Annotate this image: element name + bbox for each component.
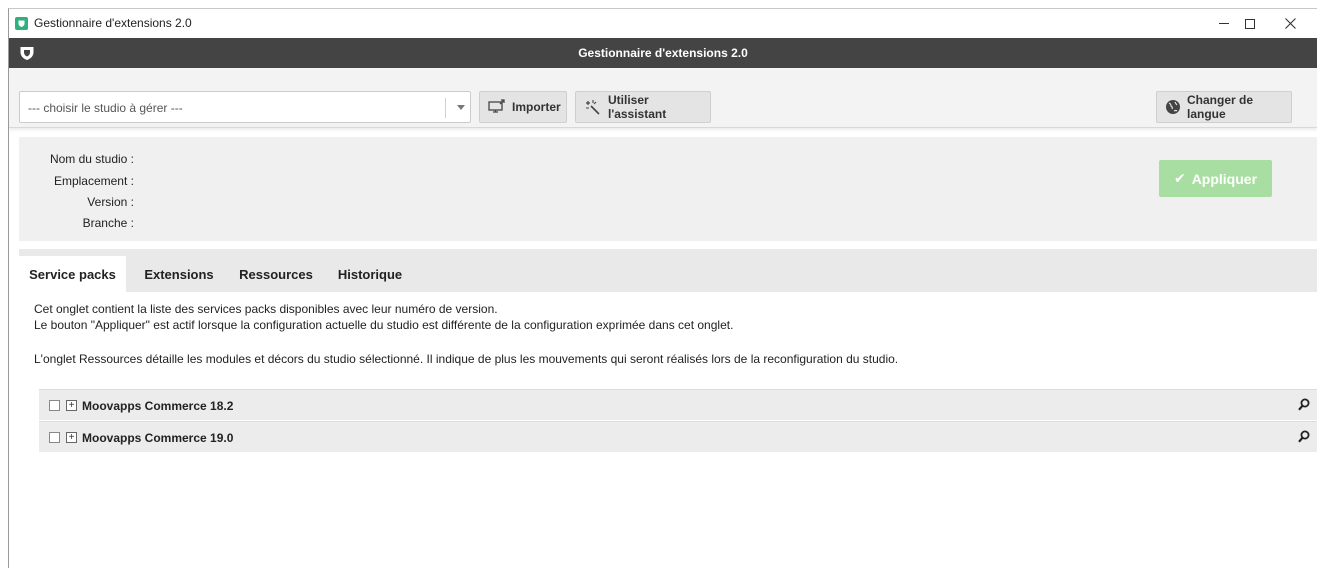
service-pack-name: Moovapps Commerce 19.0 (82, 431, 234, 445)
wizard-button[interactable]: Utiliser l'assistant (575, 91, 711, 123)
service-pack-checkbox[interactable] (49, 432, 60, 443)
os-titlebar: Gestionnaire d'extensions 2.0 (9, 9, 1317, 38)
tab-service-packs[interactable]: Service packs (19, 256, 126, 292)
tabs-bar: Service packs Extensions Ressources Hist… (19, 249, 1317, 292)
maximize-icon (1245, 18, 1255, 29)
chevron-down-icon[interactable] (457, 105, 465, 110)
window-title: Gestionnaire d'extensions 2.0 (34, 16, 192, 30)
studio-name-label: Nom du studio : (49, 152, 134, 166)
studio-version-label: Version : (87, 195, 134, 209)
tab-extensions[interactable]: Extensions (131, 256, 227, 292)
checkmark-icon: ✔ (1173, 170, 1186, 186)
search-icon[interactable] (1298, 430, 1310, 443)
app-header: Gestionnaire d'extensions 2.0 (9, 38, 1317, 68)
wizard-label: Utiliser l'assistant (608, 93, 667, 121)
apply-button[interactable]: ✔ Appliquer (1159, 160, 1272, 197)
tab-ressources[interactable]: Ressources (227, 256, 325, 292)
apply-label: Appliquer (1191, 170, 1258, 187)
service-pack-row[interactable]: + Moovapps Commerce 19.0 (39, 421, 1317, 452)
app-window: Gestionnaire d'extensions 2.0 Gestionnai… (8, 8, 1317, 568)
language-label: Changer de langue (1187, 93, 1254, 121)
import-label: Importer (512, 100, 561, 114)
service-pack-row[interactable]: + Moovapps Commerce 18.2 (39, 389, 1317, 420)
import-button[interactable]: Importer (479, 91, 567, 123)
studio-location-label: Emplacement : (53, 174, 134, 188)
service-pack-checkbox[interactable] (49, 400, 60, 411)
studio-select[interactable]: --- choisir le studio à gérer --- (19, 91, 471, 123)
app-title: Gestionnaire d'extensions 2.0 (578, 46, 748, 60)
studio-info-panel: Nom du studio : Emplacement : Version : … (19, 137, 1317, 241)
search-icon[interactable] (1298, 398, 1310, 411)
magic-wand-icon (584, 99, 602, 115)
description-line: Cet onglet contient la liste des service… (34, 302, 498, 316)
description-line: L'onglet Ressources détaille les modules… (34, 352, 899, 366)
tab-content: Cet onglet contient la liste des service… (19, 292, 1317, 568)
close-icon (1284, 18, 1296, 29)
toolbar: --- choisir le studio à gérer --- Import… (9, 68, 1317, 128)
select-separator (445, 98, 446, 118)
description-line: Le bouton "Appliquer" est actif lorsque … (34, 318, 734, 332)
service-pack-name: Moovapps Commerce 18.2 (82, 399, 234, 413)
studio-branch-label: Branche : (82, 216, 134, 230)
close-button[interactable] (1267, 9, 1313, 38)
expand-icon[interactable]: + (66, 400, 77, 411)
change-language-button[interactable]: Changer de langue (1156, 91, 1292, 123)
studio-select-placeholder: --- choisir le studio à gérer --- (28, 101, 183, 115)
app-shield-icon (15, 17, 28, 30)
import-icon (488, 99, 506, 115)
globe-icon (1165, 99, 1181, 115)
tab-historique[interactable]: Historique (325, 256, 415, 292)
expand-icon[interactable]: + (66, 432, 77, 443)
